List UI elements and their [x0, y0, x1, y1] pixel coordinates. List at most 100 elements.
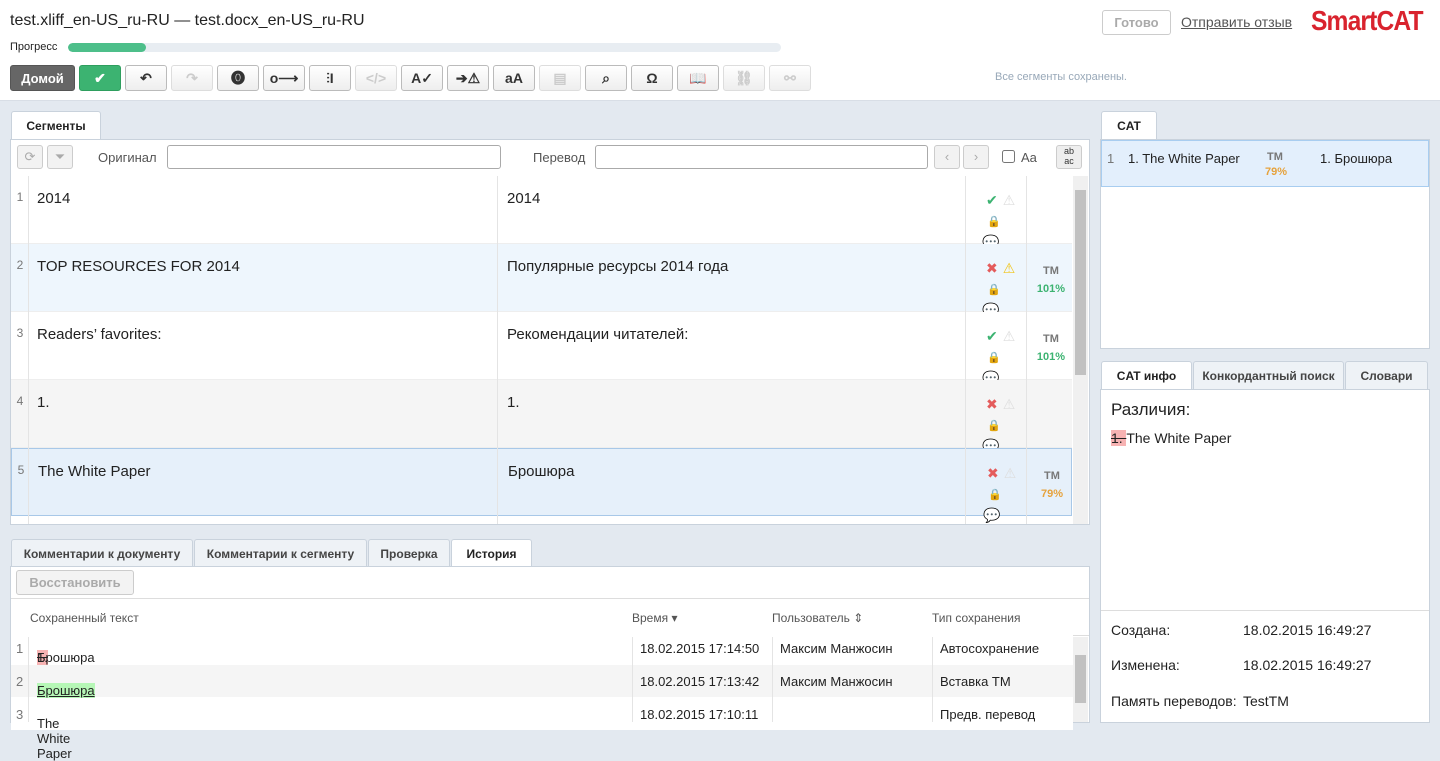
redo-icon[interactable]: ↷ — [171, 65, 213, 91]
tm-percent: 79% — [1040, 488, 1064, 500]
segment-target[interactable]: Брошюра — [508, 463, 575, 480]
segment-target[interactable]: Рекомендации читателей: — [507, 326, 688, 343]
clear-filter-icon[interactable]: ⏷ — [47, 145, 73, 169]
lock-icon[interactable]: 🔒 — [988, 489, 1002, 501]
spellcheck-icon[interactable]: A✓ — [401, 65, 443, 91]
column-divider — [1026, 176, 1027, 524]
tab-history[interactable]: История — [451, 539, 532, 568]
text: Брошюра — [37, 650, 95, 665]
tab-concordance[interactable]: Конкордантный поиск — [1193, 361, 1344, 389]
done-button[interactable]: Готово — [1102, 10, 1171, 35]
column-divider — [632, 637, 633, 722]
created-value: 18.02.2015 16:49:27 — [1243, 622, 1372, 638]
segment-target[interactable]: 1. — [507, 394, 520, 411]
comment-icon[interactable]: 💬 — [983, 507, 1000, 523]
tab-doc-comments[interactable]: Комментарии к документу — [11, 539, 193, 567]
tm-label: TM — [1044, 470, 1060, 482]
next-warning-icon[interactable]: ➔⚠ — [447, 65, 489, 91]
tm-label: Память переводов: — [1111, 693, 1237, 709]
target-filter-input[interactable] — [595, 145, 928, 169]
column-divider — [28, 637, 29, 722]
text: The White Paper — [37, 716, 72, 761]
lock-icon[interactable]: 🔒 — [987, 420, 1001, 432]
cat-source: 1. The White Paper — [1128, 151, 1240, 166]
unlink-icon[interactable]: ⚯ — [769, 65, 811, 91]
col-time[interactable]: Время ▾ — [632, 611, 677, 625]
toolbar: Домой ✔ ↶ ↷ ⓿ o⟶ ⫶I </> A✓ ➔⚠ aA ▤ ⌕ Ω 📖 ⛓ ⚯ — [10, 65, 811, 91]
check-icon[interactable]: ✔ — [79, 65, 121, 91]
col-time-label: Время — [632, 611, 669, 625]
warning-icon[interactable]: ⚠ — [1003, 192, 1016, 208]
diff-rest: The White Paper — [1126, 430, 1232, 446]
unconfirmed-icon[interactable]: ✖ — [986, 260, 998, 276]
prev-icon[interactable]: ‹ — [934, 145, 960, 169]
warning-icon[interactable]: ⚠ — [1003, 328, 1016, 344]
tm-badge: TM 101% — [1031, 262, 1071, 298]
warning-icon[interactable]: ⚠ — [1003, 396, 1016, 412]
unconfirmed-icon[interactable]: ✖ — [986, 396, 998, 412]
match-case-checkbox[interactable] — [1002, 150, 1015, 163]
copy-source-icon[interactable]: o⟶ — [263, 65, 305, 91]
segment-number: 4 — [16, 394, 24, 408]
segment-row[interactable]: 5 The White Paper Брошюра ✖ ⚠ 🔒💬 TM 79% — [11, 448, 1072, 523]
tags-icon[interactable]: </> — [355, 65, 397, 91]
segments-scrollbar[interactable] — [1073, 176, 1088, 524]
column-divider — [497, 176, 498, 524]
segment-target[interactable]: Популярные ресурсы 2014 года — [507, 258, 728, 275]
tab-qa[interactable]: Проверка — [368, 539, 450, 567]
lock-icon[interactable]: 🔒 — [987, 352, 1001, 364]
history-number: 3 — [16, 707, 24, 722]
lock-icon[interactable]: 🔒 — [987, 216, 1001, 228]
modified-label: Изменена: — [1111, 657, 1180, 673]
change-case-icon[interactable]: aA — [493, 65, 535, 91]
history-header: Сохраненный текст Время ▾ Пользователь ⇕… — [11, 598, 1089, 636]
unconfirmed-icon[interactable]: ✖ — [987, 465, 999, 481]
source-filter-input[interactable] — [167, 145, 501, 169]
cat-row-number: 1 — [1107, 151, 1115, 166]
segment-source: TOP RESOURCES FOR 2014 — [37, 258, 240, 275]
history-time: 18.02.2015 17:13:42 — [640, 674, 760, 689]
home-button[interactable]: Домой — [10, 65, 75, 91]
link-icon[interactable]: ⛓ — [723, 65, 765, 91]
tab-segment-comments[interactable]: Комментарии к сегменту — [194, 539, 367, 567]
document-title: test.xliff_en-US_ru-RU — test.docx_en-US… — [10, 12, 365, 29]
confirmed-icon[interactable]: ✔ — [986, 328, 998, 344]
history-scrollbar[interactable] — [1073, 637, 1088, 722]
history-row[interactable]: 1 1. Брошюра 18.02.2015 17:14:50 Максим Ман… — [11, 632, 1073, 665]
replace-icon[interactable]: ab ac — [1056, 145, 1082, 169]
segment-row[interactable]: 4 1. 1. ✖ ⚠ 🔒💬 — [11, 380, 1072, 454]
history-row[interactable]: 2The1. White PaperБрошюра18.02.2015 17:1… — [11, 665, 1073, 713]
lock-icon[interactable]: 🔒 — [987, 284, 1001, 296]
history-row[interactable]: 3 The White Paper 18.02.2015 17:10:11 Предв… — [11, 698, 1073, 761]
find-replace-icon[interactable]: ⌕ — [585, 65, 627, 91]
refresh-icon[interactable]: ⟳ — [17, 145, 43, 169]
restore-button[interactable]: Восстановить — [16, 570, 134, 595]
lock-segment-icon[interactable]: ⓿ — [217, 65, 259, 91]
col-user[interactable]: Пользователь ⇕ — [772, 611, 863, 625]
feedback-link[interactable]: Отправить отзыв — [1181, 14, 1292, 30]
tab-cat-info[interactable]: CAT инфо — [1101, 361, 1192, 390]
glossary-icon[interactable]: 📖 — [677, 65, 719, 91]
tab-cat[interactable]: CAT — [1101, 111, 1157, 140]
tab-segments[interactable]: Сегменты — [11, 111, 101, 140]
col-type: Тип сохранения — [932, 611, 1021, 625]
progress-fill — [68, 43, 147, 52]
next-icon[interactable]: › — [963, 145, 989, 169]
tm-label: TM — [1043, 265, 1059, 277]
segment-target[interactable]: 2014 — [507, 190, 540, 207]
match-case-label: Aa — [1021, 150, 1037, 165]
history-user: Максим Манжосин — [780, 674, 893, 689]
segment-row[interactable]: 3 Readers’ favorites: Рекомендации читател… — [11, 312, 1072, 386]
history-type: Вставка TM — [940, 674, 1011, 689]
pretranslate-icon[interactable]: ▤ — [539, 65, 581, 91]
warning-icon[interactable]: ⚠ — [1004, 465, 1017, 481]
undo-icon[interactable]: ↶ — [125, 65, 167, 91]
segment-row[interactable]: 2 TOP RESOURCES FOR 2014 Популярные ресурс… — [11, 244, 1072, 318]
cat-match-row[interactable]: 1 1. The White Paper TM 79% 1. Брошюра — [1101, 140, 1429, 187]
confirmed-icon[interactable]: ✔ — [986, 192, 998, 208]
segment-row[interactable]: 1 2014 2014 ✔ ⚠ 🔒💬 — [11, 176, 1072, 250]
tab-dictionaries[interactable]: Словари — [1345, 361, 1428, 389]
warning-icon[interactable]: ⚠ — [1003, 260, 1016, 276]
cursor-icon[interactable]: ⫶I — [309, 65, 351, 91]
special-chars-icon[interactable]: Ω — [631, 65, 673, 91]
